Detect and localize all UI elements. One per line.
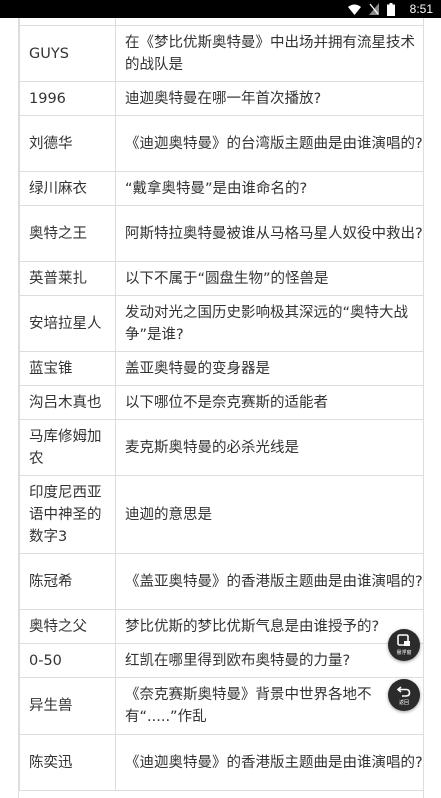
question-cell: 红凯在哪里得到欧布奥特曼的力量? (115, 643, 423, 678)
floating-window-label: 悬浮窗 (396, 650, 412, 656)
question-cell: 以下不属于“圆盘生物”的怪兽是 (115, 261, 423, 296)
table-row: 安培拉星人 发动对光之国历史影响极其深远的“奥特大战争”是谁? (19, 295, 423, 352)
wifi-icon (348, 4, 361, 15)
table-row: 1996 迪迦奥特曼在哪一年首次播放? (19, 81, 423, 116)
question-cell: 《盖亚奥特曼》的香港版主题曲是由谁演唱的? (115, 553, 423, 610)
answer-cell: 沟吕木真也 (19, 385, 116, 420)
question-cell: 盖亚奥特曼的变身器是 (115, 351, 423, 386)
table-row: 奥特之王 阿斯特拉奥特曼被谁从马格马星人奴役中救出? (19, 205, 423, 262)
table-row: 陈奕迅 《迪迦奥特曼》的香港版主题曲是由谁演唱的? (19, 734, 423, 791)
floating-window-button[interactable]: 悬浮窗 (388, 629, 420, 661)
answer-cell: 1996 (19, 81, 116, 116)
question-cell: 在《梦比优斯奥特曼》中出场并拥有流星技术的战队是 (115, 25, 423, 82)
question-cell: 《迪迦奥特曼》的台湾版主题曲是由谁演唱的? (115, 115, 423, 172)
table-row: 英普莱扎 以下不属于“圆盘生物”的怪兽是 (19, 261, 423, 296)
table-row: 印度尼西亚语中神圣的数字3 迪迦的意思是 (19, 475, 423, 554)
question-cell: “戴拿奥特曼”是由谁命名的? (115, 171, 423, 206)
question-cell: 《奈克赛斯奥特曼》背景中世界各地不有“.....”作乱 (115, 677, 423, 735)
question-cell: 《迪迦奥特曼》的香港版主题曲是由谁演唱的? (115, 734, 423, 791)
answer-cell: 0-50 (19, 643, 116, 678)
sim-icon (369, 3, 379, 15)
answer-cell: 蓝宝锥 (19, 351, 116, 386)
question-cell: 发动对光之国历史影响极其深远的“奥特大战争”是谁? (115, 295, 423, 352)
battery-icon (387, 2, 395, 16)
table-row: GUYS 在《梦比优斯奥特曼》中出场并拥有流星技术的战队是 (19, 25, 423, 82)
table-row: 0-50 红凯在哪里得到欧布奥特曼的力量? (19, 643, 423, 678)
answer-cell: GUYS (19, 25, 116, 82)
back-arrow-icon (397, 686, 411, 697)
back-label: 返回 (398, 700, 409, 706)
answer-cell: 绿川麻衣 (19, 171, 116, 206)
table-row: 马库修姆加农 麦克斯奥特曼的必杀光线是 (19, 419, 423, 476)
answer-cell: 印度尼西亚语中神圣的数字3 (19, 475, 116, 554)
question-cell: 迪迦的意思是 (115, 475, 423, 554)
status-bar: 8:51 (0, 0, 441, 18)
answer-cell: 奥特之父 (19, 609, 116, 644)
answer-cell: 陈奕迅 (19, 734, 116, 791)
table-row: 奥特之父 梦比优斯的梦比优斯气息是由谁授予的? (19, 609, 423, 644)
table-row: 蓝宝锥 盖亚奥特曼的变身器是 (19, 351, 423, 386)
answer-table-container[interactable]: 杰克奥特曼拥有官方名字最多的奥特曼是GUYS在《梦比优斯奥特曼》中出场并拥有流星… (18, 0, 424, 798)
answer-cell: 陈冠希 (19, 553, 116, 610)
clock: 8:51 (409, 2, 433, 16)
question-cell: 以下哪位不是奈克赛斯的适能者 (115, 385, 423, 420)
floating-window-icon (397, 634, 410, 646)
question-cell: 阿斯特拉奥特曼被谁从马格马星人奴役中救出? (115, 205, 423, 262)
table-row: 绿川麻衣 “戴拿奥特曼”是由谁命名的? (19, 171, 423, 206)
question-cell: 麦克斯奥特曼的必杀光线是 (115, 419, 423, 476)
answer-cell: 马库修姆加农 (19, 419, 116, 476)
question-cell: 梦比优斯的梦比优斯气息是由谁授予的? (115, 609, 423, 644)
answer-table: 杰克奥特曼拥有官方名字最多的奥特曼是GUYS在《梦比优斯奥特曼》中出场并拥有流星… (19, 0, 423, 791)
table-row: 陈冠希 《盖亚奥特曼》的香港版主题曲是由谁演唱的? (19, 553, 423, 610)
table-row: 沟吕木真也 以下哪位不是奈克赛斯的适能者 (19, 385, 423, 420)
question-cell: 迪迦奥特曼在哪一年首次播放? (115, 81, 423, 116)
table-row: 异生兽 《奈克赛斯奥特曼》背景中世界各地不有“.....”作乱 (19, 677, 423, 735)
answer-cell: 奥特之王 (19, 205, 116, 262)
table-row: 刘德华 《迪迦奥特曼》的台湾版主题曲是由谁演唱的? (19, 115, 423, 172)
back-button[interactable]: 返回 (388, 679, 420, 711)
answer-cell: 刘德华 (19, 115, 116, 172)
status-icons (348, 2, 395, 16)
answer-cell: 英普莱扎 (19, 261, 116, 296)
answer-cell: 异生兽 (19, 677, 116, 735)
answer-cell: 安培拉星人 (19, 295, 116, 352)
